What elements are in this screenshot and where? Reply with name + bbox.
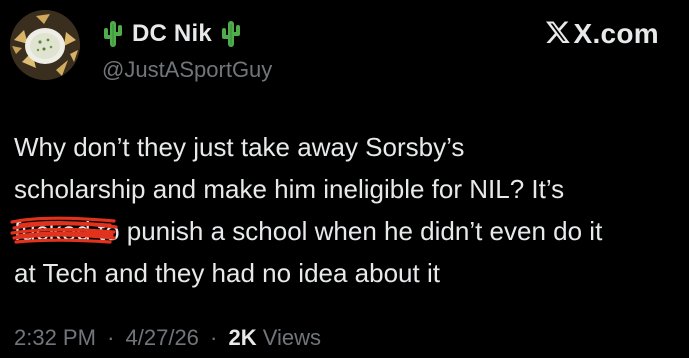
post-time[interactable]: 2:32 PM bbox=[14, 325, 96, 350]
avatar[interactable] bbox=[10, 10, 80, 80]
post-body: Why don’t they just take away Sorsby’s s… bbox=[10, 126, 682, 294]
x-logo-icon bbox=[545, 19, 571, 50]
views-label: Views bbox=[262, 325, 322, 350]
post-body-line: fucked to punish a school when he didn’t… bbox=[10, 210, 682, 252]
brand-watermark: X.com bbox=[545, 18, 659, 50]
post-body-line: at Tech and they had no idea about it bbox=[14, 258, 440, 288]
cactus-icon bbox=[102, 19, 124, 49]
views-count[interactable]: 2K bbox=[229, 325, 257, 350]
author-block: DC Nik @JustASportGuy bbox=[102, 17, 272, 83]
post-body-line: scholarship and make him ineligible for … bbox=[14, 174, 565, 204]
post-card: DC Nik @JustASportGuy X.com Why don’t th… bbox=[0, 0, 689, 358]
display-name-row[interactable]: DC Nik bbox=[102, 17, 272, 51]
cactus-icon bbox=[220, 19, 242, 49]
redacted-word: fucked bbox=[10, 210, 118, 252]
display-name[interactable]: DC Nik bbox=[132, 20, 212, 48]
post-body-line: Why don’t they just take away Sorsby’s bbox=[14, 132, 465, 162]
brand-label: X.com bbox=[573, 18, 659, 49]
post-date[interactable]: 4/27/26 bbox=[126, 325, 199, 350]
separator: · bbox=[210, 325, 218, 350]
avatar-photo-icon bbox=[10, 10, 80, 80]
user-handle[interactable]: @JustASportGuy bbox=[102, 57, 272, 83]
post-metadata: 2:32 PM · 4/27/26 · 2K Views bbox=[14, 325, 321, 351]
separator: · bbox=[107, 325, 115, 350]
